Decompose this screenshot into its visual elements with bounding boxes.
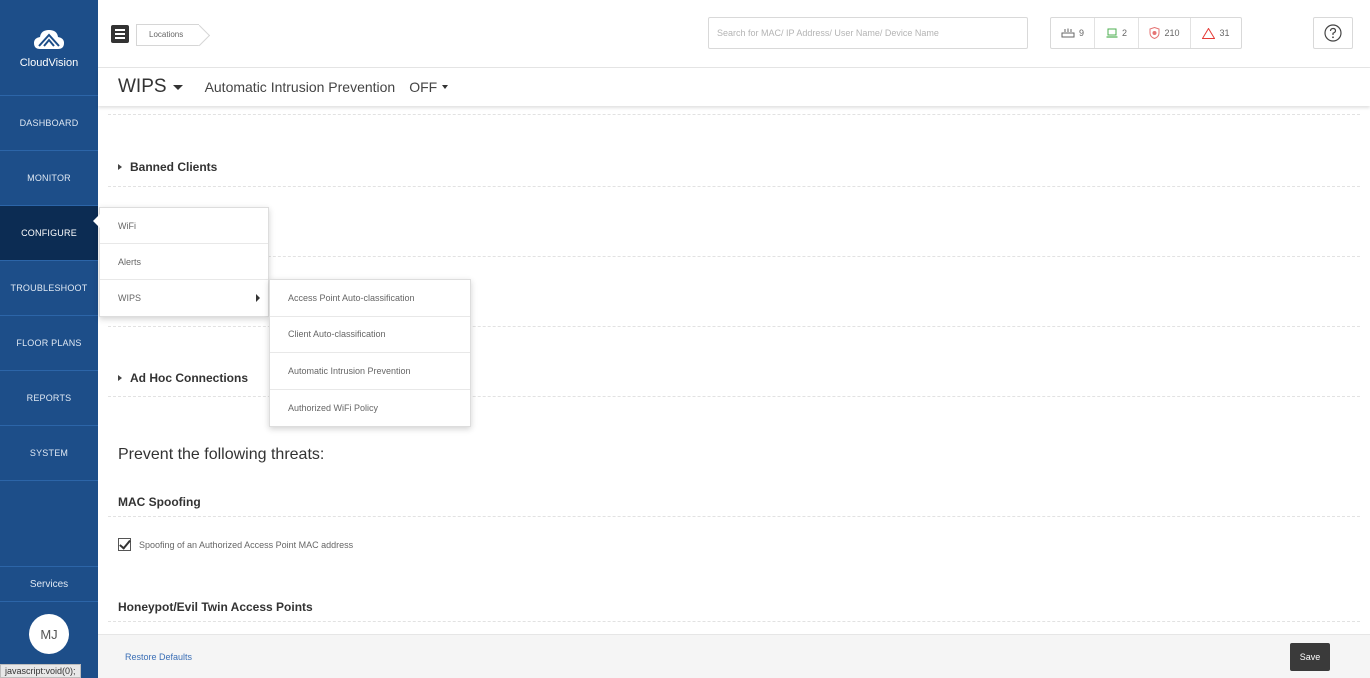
status-bar-url: javascript:void(0);: [0, 664, 81, 678]
laptop-icon: [1106, 28, 1118, 38]
threats-heading: Prevent the following threats:: [118, 446, 325, 463]
help-button[interactable]: [1313, 17, 1353, 49]
feature-state: OFF: [409, 79, 438, 95]
sidebar-item-troubleshoot[interactable]: TROUBLESHOOT: [0, 261, 98, 316]
hamburger-menu-icon[interactable]: [111, 25, 129, 43]
submenu-item-client-auto-classification[interactable]: Client Auto-classification: [270, 317, 470, 353]
shield-icon: [1149, 27, 1160, 39]
sidebar: CloudVision DASHBOARD MONITOR CONFIGURE …: [0, 0, 98, 678]
sidebar-item-reports[interactable]: REPORTS: [0, 371, 98, 426]
option-mac-spoofing[interactable]: Spoofing of an Authorized Access Point M…: [118, 538, 353, 551]
access-point-icon: [1061, 28, 1075, 38]
logo[interactable]: CloudVision: [0, 0, 98, 96]
sidebar-item-floor-plans[interactable]: FLOOR PLANS: [0, 316, 98, 371]
divider: [108, 256, 1360, 257]
footer-bar: Restore Defaults Save: [98, 634, 1370, 678]
warning-icon: [1202, 27, 1216, 39]
configure-menu: WiFi Alerts WIPS: [93, 207, 269, 317]
submenu-item-automatic-intrusion-prevention[interactable]: Automatic Intrusion Prevention: [270, 353, 470, 390]
page-title: WIPS: [118, 76, 167, 97]
save-button[interactable]: Save: [1290, 643, 1330, 671]
access-point-count-badge[interactable]: 9: [1051, 18, 1095, 48]
logo-text: CloudVision: [19, 56, 79, 69]
alert-count-badge[interactable]: 31: [1191, 18, 1241, 48]
section-title: Ad Hoc Connections: [130, 371, 249, 385]
status-badges: 9 2 210 31: [1050, 17, 1242, 49]
sidebar-item-configure[interactable]: CONFIGURE: [0, 206, 98, 261]
question-circle-icon: [1324, 24, 1342, 42]
divider: [108, 516, 1360, 517]
menu-item-wips[interactable]: WIPS: [100, 280, 268, 316]
wips-submenu: Access Point Auto-classification Client …: [269, 279, 471, 427]
cloud-logo-icon: [34, 29, 64, 49]
option-label: Spoofing of an Authorized Access Point M…: [139, 539, 354, 550]
checkbox-checked[interactable]: [118, 538, 131, 551]
caret-right-icon: [118, 164, 122, 170]
sidebar-item-system[interactable]: SYSTEM: [0, 426, 98, 481]
group-title-mac-spoofing: MAC Spoofing: [118, 495, 201, 509]
sidebar-item-monitor[interactable]: MONITOR: [0, 151, 98, 206]
user-avatar[interactable]: MJ: [29, 614, 69, 654]
caret-down-icon: [172, 84, 183, 90]
divider: [108, 114, 1360, 115]
page-header: WIPS Automatic Intrusion Prevention OFF: [98, 68, 1370, 106]
group-title-honeypot: Honeypot/Evil Twin Access Points: [118, 600, 313, 614]
wips-dropdown[interactable]: WIPS: [118, 76, 183, 98]
feature-label: Automatic Intrusion Prevention: [204, 79, 396, 95]
feature-state-dropdown[interactable]: OFF: [409, 79, 449, 95]
restore-defaults-link[interactable]: Restore Defaults: [125, 652, 192, 662]
section-toggle-ad-hoc-connections[interactable]: Ad Hoc Connections: [118, 371, 248, 385]
menu-item-alerts[interactable]: Alerts: [100, 244, 268, 280]
alert-count: 31: [1219, 28, 1230, 38]
caret-down-icon: [442, 85, 449, 89]
menu-item-label: WIPS: [118, 293, 142, 303]
access-point-count: 9: [1078, 28, 1084, 38]
submenu-item-authorized-wifi-policy[interactable]: Authorized WiFi Policy: [270, 390, 470, 427]
divider: [108, 621, 1360, 622]
top-bar: Locations 9 2 210: [98, 0, 1370, 68]
caret-right-icon: [118, 375, 122, 381]
client-count: 2: [1121, 28, 1127, 38]
submenu-item-ap-auto-classification[interactable]: Access Point Auto-classification: [270, 280, 470, 317]
search-input[interactable]: [708, 17, 1028, 49]
divider: [108, 186, 1360, 187]
caret-right-icon: [256, 294, 260, 302]
client-count-badge[interactable]: 2: [1095, 18, 1139, 48]
sidebar-item-dashboard[interactable]: DASHBOARD: [0, 96, 98, 151]
breadcrumb-locations[interactable]: Locations: [136, 24, 200, 46]
section-title: Banned Clients: [130, 160, 218, 174]
sidebar-item-services[interactable]: Services: [0, 566, 98, 602]
threat-count: 210: [1164, 28, 1180, 38]
threat-count-badge[interactable]: 210: [1139, 18, 1191, 48]
menu-item-wifi[interactable]: WiFi: [100, 208, 268, 244]
section-toggle-banned-clients[interactable]: Banned Clients: [118, 160, 217, 174]
